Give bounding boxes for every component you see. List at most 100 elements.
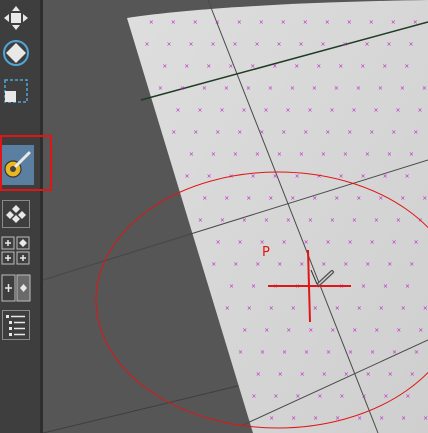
list-tool-button[interactable]	[2, 310, 30, 340]
vertex-mark: ×	[304, 349, 309, 356]
3d-viewport[interactable]: × × × × × × × × × × × × × × × × × × × × × × × × × × × × × × × × × × × × × × × ×…	[43, 0, 428, 433]
vertex-mark: ×	[273, 393, 278, 400]
vertex-mark: ×	[383, 173, 388, 180]
rotate-tool-button[interactable]	[1, 38, 31, 68]
vertex-mark: ×	[396, 107, 401, 114]
vertex-mark: ×	[255, 41, 260, 48]
vertex-mark: ×	[277, 151, 282, 158]
vertex-mark: ×	[268, 195, 273, 202]
vertex-mark: ×	[264, 327, 269, 334]
vertex-mark: ×	[299, 261, 304, 268]
vertex-mark: ×	[383, 283, 388, 290]
vertex-mark: ×	[224, 85, 229, 92]
vertex-mark: ×	[388, 371, 393, 378]
snap-grid-icon	[6, 205, 26, 223]
vertex-mark: ×	[295, 393, 300, 400]
insert-icon	[1, 274, 31, 302]
rotate-icon	[3, 40, 29, 66]
vertex-mark: ×	[369, 19, 374, 26]
vertex-mark: ×	[282, 239, 287, 246]
vertex-mark: ×	[312, 85, 317, 92]
vertex-mark: ×	[409, 261, 414, 268]
vertex-mark: ×	[246, 85, 251, 92]
vertex-mark: ×	[418, 327, 423, 334]
vertex-mark: ×	[370, 349, 375, 356]
vertex-mark: ×	[255, 261, 260, 268]
vertex-mark: ×	[344, 371, 349, 378]
vertex-mark: ×	[294, 63, 299, 70]
vertex-mark: ×	[189, 151, 194, 158]
vertex-mark: ×	[308, 107, 313, 114]
vertex-mark: ×	[211, 261, 216, 268]
vertex-mark: ×	[233, 151, 238, 158]
vertex-mark: ×	[391, 129, 396, 136]
vertex-mark: ×	[238, 239, 243, 246]
vertex-mark: ×	[396, 217, 401, 224]
vertex-mark: ×	[316, 63, 321, 70]
vertex-mark: ×	[273, 173, 278, 180]
vertex-mark: ×	[313, 415, 318, 422]
vertex-mark: ×	[215, 19, 220, 26]
add-tool-button[interactable]	[1, 236, 31, 266]
vertex-mark: ×	[242, 327, 247, 334]
vertex-mark: ×	[184, 63, 189, 70]
vertex-mark: ×	[202, 85, 207, 92]
vertex-mark: ×	[356, 85, 361, 92]
vertex-mark: ×	[264, 107, 269, 114]
vertex-mark: ×	[251, 283, 256, 290]
vertex-mark: ×	[189, 41, 194, 48]
vertex-mark: ×	[357, 305, 362, 312]
vertex-mark: ×	[215, 129, 220, 136]
vertex-mark: ×	[365, 151, 370, 158]
vertex-mark: ×	[303, 129, 308, 136]
vertex-mark: ×	[326, 349, 331, 356]
vertex-mark: ×	[268, 85, 273, 92]
vertex-mark: ×	[379, 305, 384, 312]
vertex-mark: ×	[413, 129, 418, 136]
vertex-mark: ×	[334, 85, 339, 92]
vertex-mark: ×	[348, 349, 353, 356]
vertex-mark: ×	[325, 19, 330, 26]
move-tool-button[interactable]	[2, 4, 30, 32]
vertex-mark: ×	[158, 85, 163, 92]
vertex-mark: ×	[343, 41, 348, 48]
vertex-mark: ×	[211, 41, 216, 48]
vertex-mark: ×	[290, 85, 295, 92]
vertex-mark: ×	[348, 239, 353, 246]
vertex-mark: ×	[391, 19, 396, 26]
vertex-mark: ×	[370, 239, 375, 246]
vertex-mark: ×	[361, 173, 366, 180]
vertex-mark: ×	[396, 327, 401, 334]
vertex-mark: ×	[409, 151, 414, 158]
vertex-mark: ×	[387, 41, 392, 48]
vertex-mark: ×	[242, 217, 247, 224]
vertex-mark: ×	[330, 107, 335, 114]
vertex-mark: ×	[176, 107, 181, 114]
vertex-mark: ×	[423, 305, 428, 312]
vertex-mark: ×	[238, 349, 243, 356]
vertex-mark: ×	[216, 239, 221, 246]
vertex-mark: ×	[198, 107, 203, 114]
vertex-mark: ×	[361, 393, 366, 400]
vertex-mark: ×	[225, 305, 230, 312]
vertex-mark: ×	[255, 151, 260, 158]
vertex-mark: ×	[357, 415, 362, 422]
vertex-mark: ×	[291, 305, 296, 312]
vertex-mark: ×	[378, 85, 383, 92]
vertex-mark: ×	[291, 415, 296, 422]
vertex-mark: ×	[193, 19, 198, 26]
vertex-mark: ×	[392, 239, 397, 246]
vertex-mark: ×	[400, 195, 405, 202]
vertex-mark: ×	[321, 41, 326, 48]
vertex-mark: ×	[313, 305, 318, 312]
vertex-mark: ×	[343, 261, 348, 268]
vertex-mark: ×	[220, 107, 225, 114]
vertex-mark: ×	[295, 173, 300, 180]
vertex-mark: ×	[360, 63, 365, 70]
snap-tool-button[interactable]	[2, 200, 30, 228]
vertex-mark: ×	[401, 305, 406, 312]
insert-tool-button[interactable]	[1, 274, 31, 302]
vertex-mark: ×	[312, 195, 317, 202]
scale-tool-button[interactable]	[2, 77, 30, 105]
vertex-mark: ×	[264, 217, 269, 224]
